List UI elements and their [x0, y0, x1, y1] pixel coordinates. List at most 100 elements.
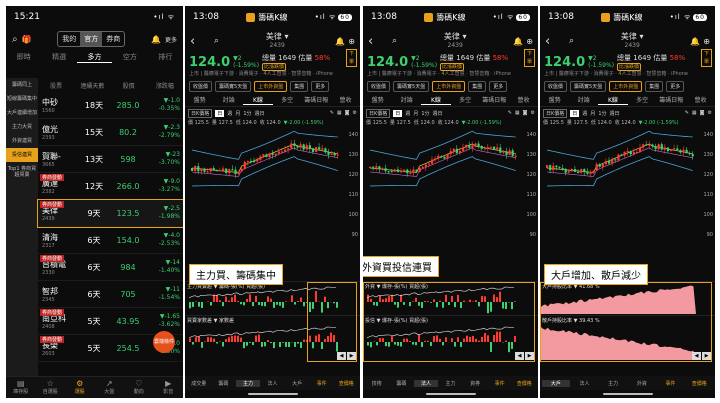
chip-button[interactable]: 籌碼實5天盤 [215, 81, 252, 92]
tab-selected[interactable]: 精選 [41, 52, 76, 62]
table-row[interactable]: 清海 2317 6天 154.0 ▼-4.0 -2.53% [38, 227, 183, 254]
header-days[interactable]: 連續天數 [74, 81, 110, 90]
nav-trends[interactable]: ♡ 動向 [124, 377, 154, 398]
strategy-item[interactable]: 主力大買 [6, 120, 38, 134]
candlestick-svg[interactable] [540, 128, 715, 236]
table-row[interactable]: 券商發動 廣達 2382 12天 266.0 ▼-9.0 -3.27% [38, 173, 183, 200]
strategy-item[interactable]: 大戶連續增加 [6, 106, 38, 120]
header-stock[interactable]: 股票 [38, 81, 74, 90]
period-select[interactable]: 日K價格 [543, 108, 568, 118]
chip-button[interactable]: 更多 [666, 81, 685, 92]
period-option[interactable]: 1分 [598, 110, 606, 117]
back-icon[interactable]: ‹ [545, 34, 559, 49]
grid-icon[interactable]: ▦ [515, 110, 520, 116]
camera-icon[interactable]: ◙ [700, 110, 705, 116]
add-icon[interactable]: ⊕ [348, 37, 355, 46]
pen-icon[interactable]: ✎ [685, 110, 689, 116]
nav-market[interactable]: ↗ 大盤 [95, 377, 125, 398]
period-option[interactable]: 週 [582, 110, 587, 117]
order-button[interactable]: 下單 [701, 49, 712, 67]
order-button[interactable]: 下單 [346, 49, 357, 67]
indicator-tab[interactable]: 法人 [571, 380, 599, 387]
chip-button[interactable]: 收盤價 [189, 81, 213, 92]
stock-title[interactable]: 美律 ▾ 2439 [397, 32, 513, 50]
table-row[interactable]: 券商發動 台積電 2330 6天 984 ▼-14 -1.40% [38, 254, 183, 281]
table-row[interactable]: 中砂 1560 18天 285.0 ▼-1.0 -0.35% [38, 92, 183, 119]
chip-button[interactable]: 集團 [468, 81, 487, 92]
kline-chart[interactable]: 140 130 120 110 100 90 [540, 128, 715, 238]
nav-video[interactable]: ▶ 影音 [154, 377, 184, 398]
candlestick-svg[interactable] [185, 128, 360, 236]
tab-0[interactable]: 盤勢 [363, 95, 392, 104]
chip-button[interactable]: 上市外資盤 [609, 81, 643, 92]
strategy-item[interactable]: 短線籌碼集中 [6, 92, 38, 106]
stock-title[interactable]: 美律 ▾ 2439 [574, 32, 690, 50]
back-icon[interactable]: ‹ [368, 34, 382, 49]
period-option[interactable]: 日 [215, 109, 225, 117]
tab-5[interactable]: 營收 [509, 95, 538, 104]
indicator-tab[interactable]: 大戶 [285, 380, 309, 387]
nav-watchlist[interactable]: ☆ 自選股 [36, 377, 66, 398]
period-option[interactable]: 月 [590, 110, 595, 117]
chip-button[interactable]: 籌碼實5天盤 [393, 81, 430, 92]
table-row[interactable]: 券商發動 美律 2439 9天 123.5 ▼-2.5 -1.98% [37, 199, 183, 228]
tab-short[interactable]: 空方 [112, 52, 147, 62]
tab-1[interactable]: 討論 [214, 95, 243, 104]
camera-icon[interactable]: ◙ [345, 110, 350, 116]
stock-title[interactable]: 美律 ▾ 2439 [219, 32, 335, 50]
nav-holdings[interactable]: ▤ 庫存股 [6, 377, 36, 398]
chip-button[interactable]: 籌碼實5天盤 [570, 81, 607, 92]
gear-icon[interactable]: ⚙ [353, 110, 357, 116]
tab-realtime[interactable]: 即時 [6, 52, 41, 62]
kline-chart[interactable]: 140 130 120 110 100 90 [185, 128, 360, 238]
grid-icon[interactable]: ▦ [692, 110, 697, 116]
period-option[interactable]: 日 [570, 109, 580, 117]
back-icon[interactable]: ‹ [190, 34, 204, 49]
order-button[interactable]: 下單 [524, 49, 535, 67]
strategy-item[interactable]: 外資連買 [6, 134, 38, 148]
period-option[interactable]: 週 [405, 110, 410, 117]
period-option[interactable]: 月 [413, 110, 418, 117]
table-row[interactable]: 賀聯- 3665 13天 598 ▼-23 -3.70% [38, 146, 183, 173]
tab-ranking[interactable]: 排行 [148, 52, 183, 62]
indicator-tab[interactable]: 大戶 [542, 379, 570, 387]
strategy-item-selected[interactable]: 投信連買 [6, 148, 38, 162]
tab-0[interactable]: 盤勢 [540, 95, 569, 104]
chip-button[interactable]: 集團 [290, 81, 309, 92]
add-icon[interactable]: ⊕ [526, 37, 533, 46]
chip-button[interactable]: 更多 [489, 81, 508, 92]
tab-0[interactable]: 盤勢 [185, 95, 214, 104]
tab-2[interactable]: K線 [598, 95, 628, 105]
indicator-tab[interactable]: 事件 [310, 380, 334, 387]
grid-icon[interactable]: ▦ [337, 110, 342, 116]
pen-icon[interactable]: ✎ [330, 110, 334, 116]
indicator-tab[interactable]: 查價格 [512, 380, 536, 387]
bell-icon[interactable]: 🔔 [513, 37, 523, 46]
nav-screener[interactable]: ⚙ 選股 [65, 377, 95, 398]
indicator-tab[interactable]: 成交量 [187, 380, 211, 387]
indicator-tab[interactable]: 法人 [261, 380, 285, 387]
period-option[interactable]: 週日 [255, 110, 265, 117]
indicator-tab[interactable]: 法人 [414, 379, 438, 387]
tab-5[interactable]: 營收 [686, 95, 715, 104]
header-change[interactable]: 漲跌幅 [147, 81, 183, 90]
chip-button[interactable]: 集團 [645, 81, 664, 92]
indicator-tab[interactable]: 主力 [599, 380, 627, 387]
add-icon[interactable]: ⊕ [703, 37, 710, 46]
gear-icon[interactable]: ⚙ [531, 110, 535, 116]
gear-icon[interactable]: ⚙ [708, 110, 712, 116]
indicator-tab[interactable]: 事件 [488, 380, 512, 387]
indicator-tab[interactable]: 籌碼 [212, 380, 236, 387]
tab-3[interactable]: 多空 [451, 95, 480, 104]
bell-icon[interactable]: 🔔 [690, 37, 700, 46]
header-price[interactable]: 股價 [111, 81, 147, 90]
camera-icon[interactable]: ◙ [523, 110, 528, 116]
chip-button[interactable]: 更多 [311, 81, 330, 92]
chip-button[interactable]: 上市外資盤 [254, 81, 288, 92]
search-icon[interactable]: ⌕ [12, 34, 18, 45]
period-option[interactable]: 日 [393, 109, 403, 117]
tab-3[interactable]: 多空 [628, 95, 657, 104]
period-option[interactable]: 月 [235, 110, 240, 117]
tab-1[interactable]: 討論 [392, 95, 421, 104]
more-button[interactable]: 更多 [165, 35, 177, 44]
